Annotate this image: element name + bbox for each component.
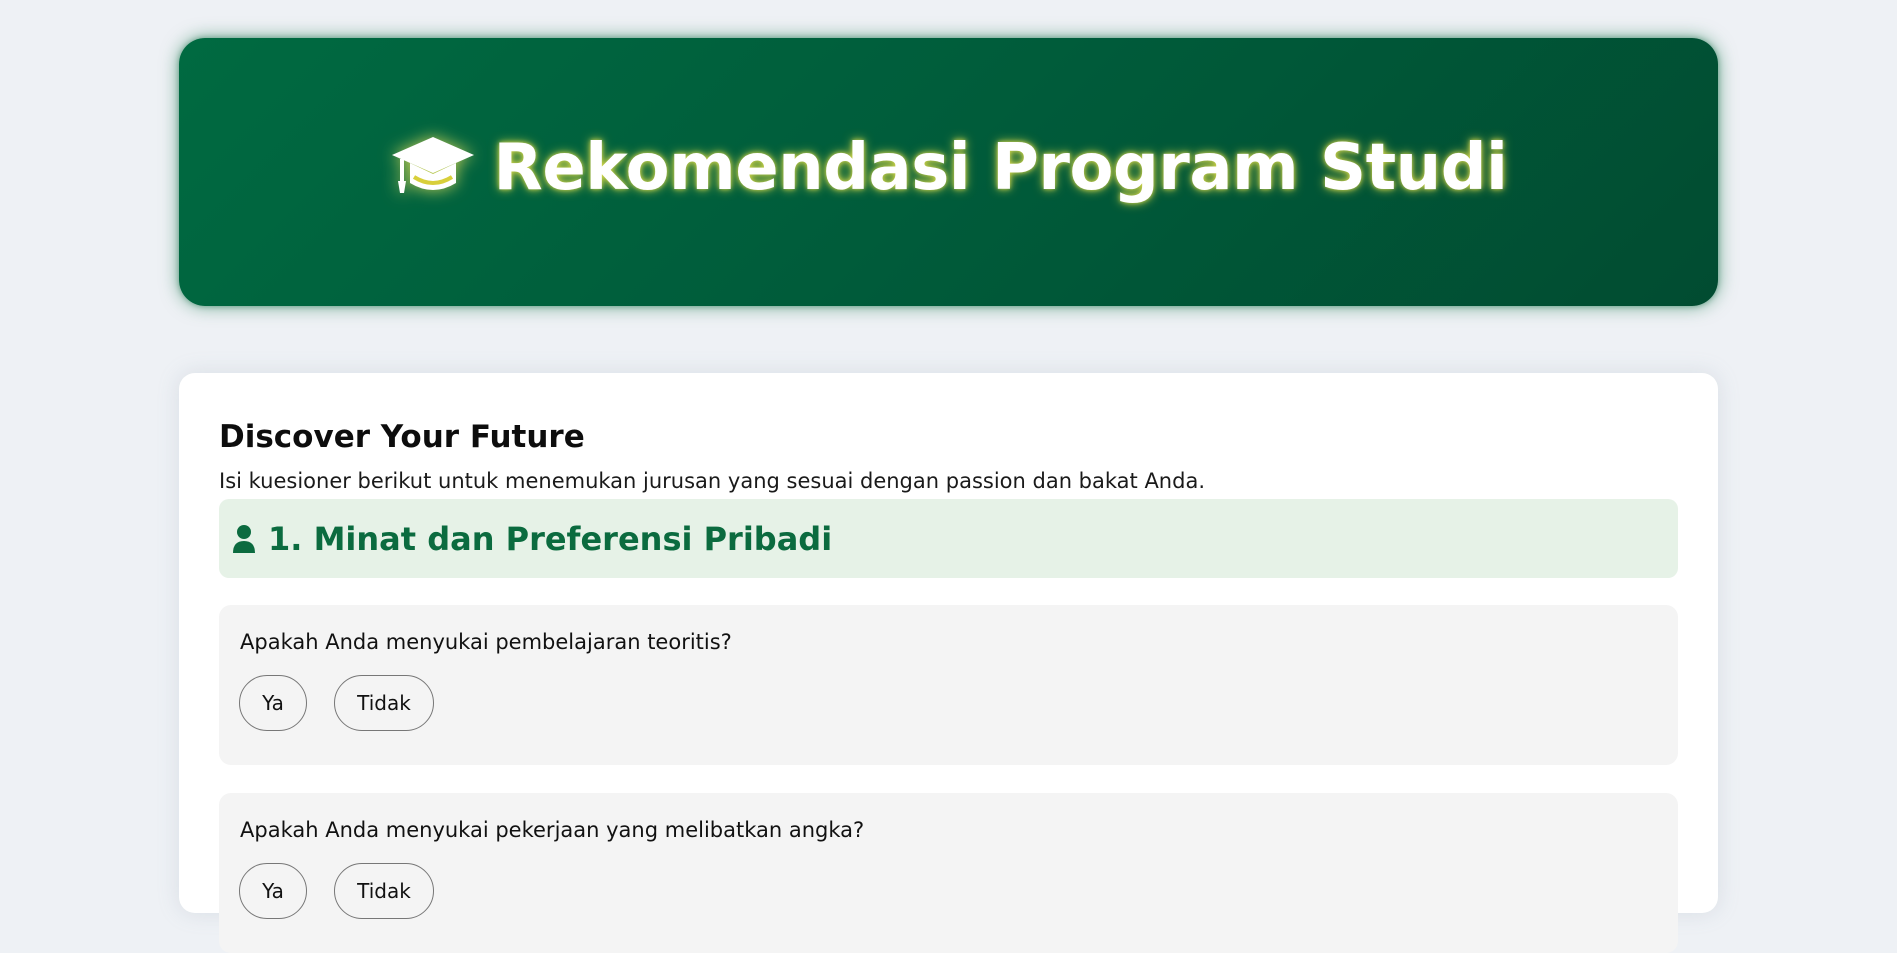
hero-title-group: Rekomendasi Program Studi bbox=[390, 131, 1508, 205]
question-card: Apakah Anda menyukai pembelajaran teorit… bbox=[219, 605, 1678, 765]
question-card: Apakah Anda menyukai pekerjaan yang meli… bbox=[219, 793, 1678, 953]
section-title: 1. Minat dan Preferensi Pribadi bbox=[268, 519, 833, 558]
answer-no-button[interactable]: Tidak bbox=[334, 863, 434, 919]
answer-yes-button[interactable]: Ya bbox=[239, 863, 307, 919]
page-title: Rekomendasi Program Studi bbox=[493, 131, 1508, 205]
card-subtitle: Isi kuesioner berikut untuk menemukan ju… bbox=[219, 469, 1205, 493]
hero-banner: Rekomendasi Program Studi bbox=[179, 38, 1718, 306]
person-icon bbox=[232, 524, 256, 554]
questionnaire-card: Discover Your Future Isi kuesioner berik… bbox=[179, 373, 1718, 953]
answer-no-button[interactable]: Tidak bbox=[334, 675, 434, 731]
question-text: Apakah Anda menyukai pekerjaan yang meli… bbox=[240, 818, 865, 842]
graduation-cap-icon bbox=[390, 133, 476, 203]
answer-options: Ya Tidak bbox=[239, 863, 434, 919]
card-title: Discover Your Future bbox=[219, 419, 585, 455]
section-header: 1. Minat dan Preferensi Pribadi bbox=[219, 499, 1678, 578]
answer-options: Ya Tidak bbox=[239, 675, 434, 731]
answer-yes-button[interactable]: Ya bbox=[239, 675, 307, 731]
question-text: Apakah Anda menyukai pembelajaran teorit… bbox=[240, 630, 732, 654]
